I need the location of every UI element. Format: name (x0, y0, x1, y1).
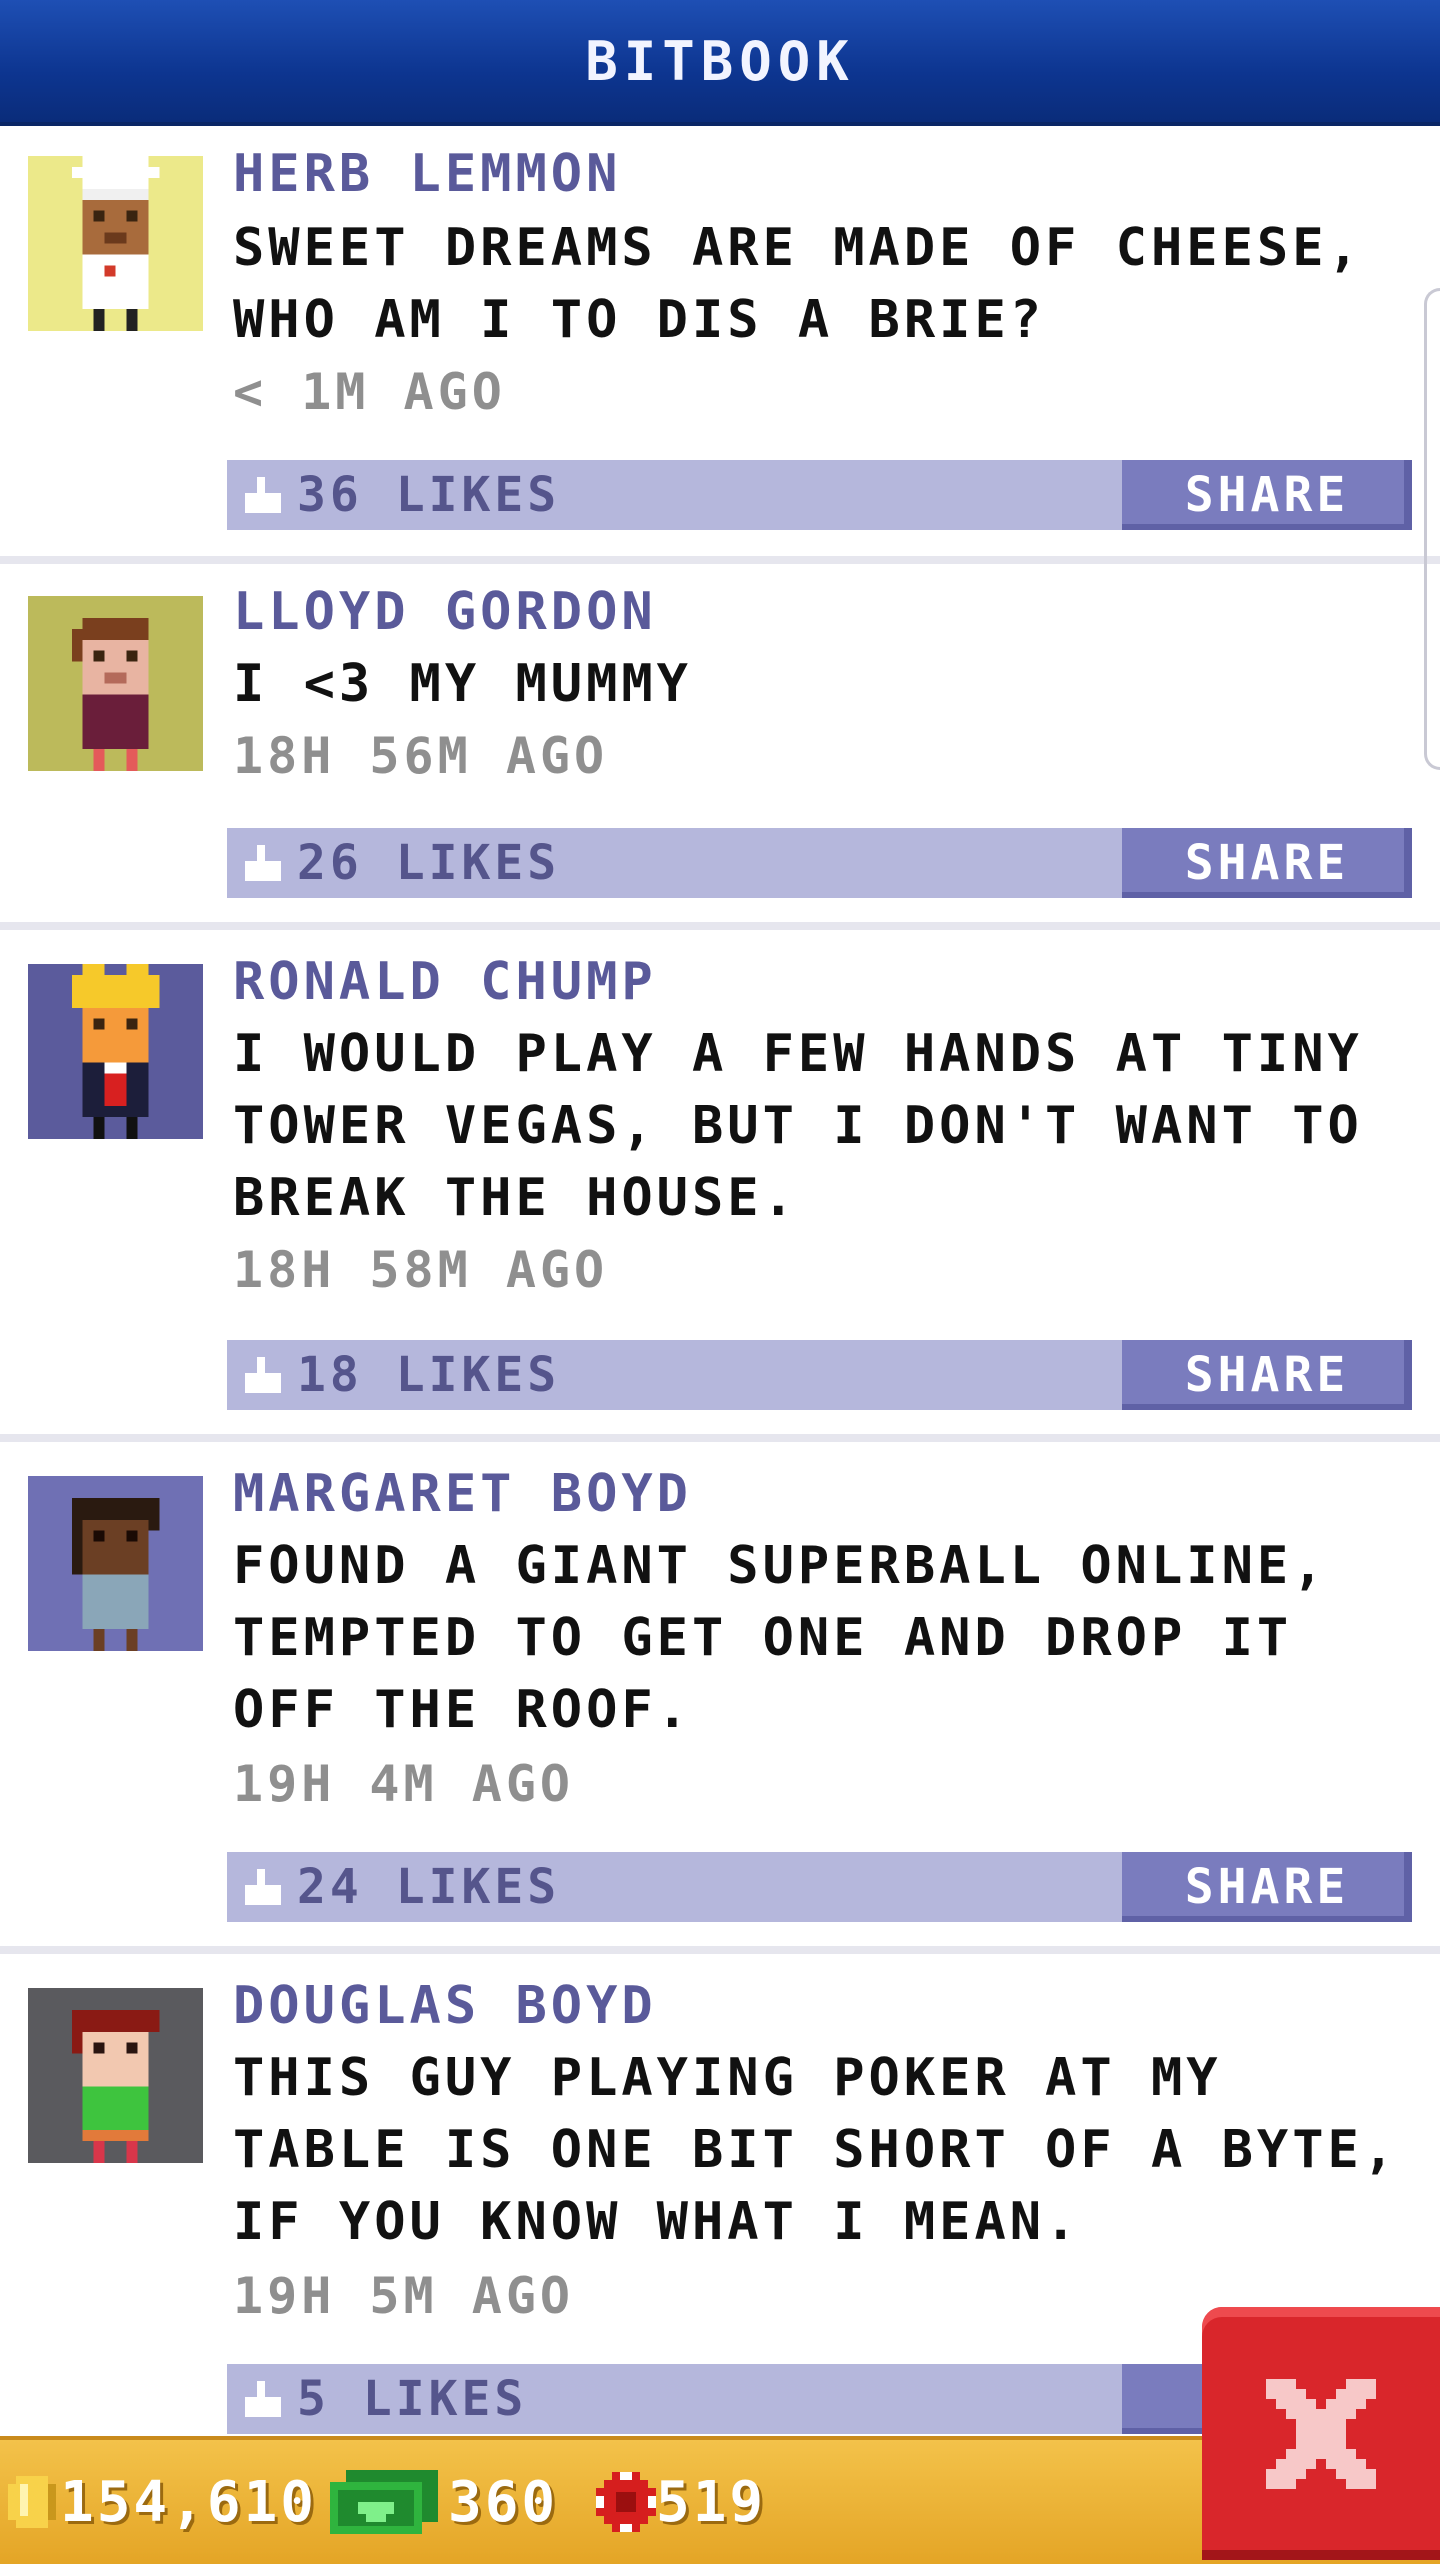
bux-icon (330, 2470, 438, 2534)
post-author: HERB LEMMON (233, 144, 622, 204)
share-button[interactable]: SHARE (1122, 460, 1412, 530)
likes-count: 5 LIKES (297, 2371, 528, 2427)
coin-icon (4, 2472, 60, 2532)
share-button[interactable]: SHARE (1122, 828, 1412, 898)
post-card: LLOYD GORDON I <3 MY MUMMY 18H 56M AGO 2… (0, 564, 1440, 924)
divider (0, 1434, 1440, 1442)
close-icon (1266, 2378, 1376, 2489)
app-header: BITBOOK (0, 0, 1440, 126)
bux-value: 360 (448, 2469, 559, 2535)
likes-count: 24 LIKES (297, 1859, 561, 1915)
avatar[interactable] (28, 1476, 203, 1651)
likes-bar: 36 LIKES SHARE (227, 460, 1412, 530)
coins-balance: 154,610 (4, 2440, 317, 2564)
post-time: 18H 56M AGO (233, 727, 609, 785)
likes-count: 36 LIKES (297, 467, 561, 523)
bux-balance: 360 (330, 2440, 558, 2564)
post-author: DOUGLAS BOYD (233, 1976, 657, 2036)
avatar[interactable] (28, 596, 203, 771)
divider (0, 1946, 1440, 1954)
post-message: SWEET DREAMS ARE MADE OF CHEESE, WHO AM … (233, 218, 1363, 350)
chips-balance: 519 (596, 2440, 766, 2564)
scrollbar[interactable] (1424, 288, 1440, 770)
post-message: THIS GUY PLAYING POKER AT MY TABLE IS ON… (233, 2048, 1399, 2252)
coins-value: 154,610 (60, 2469, 318, 2535)
post-message: I WOULD PLAY A FEW HANDS AT TINY TOWER V… (233, 1024, 1363, 1228)
divider (0, 922, 1440, 930)
likes-count: 26 LIKES (297, 835, 561, 891)
avatar[interactable] (28, 156, 203, 331)
avatar[interactable] (28, 1988, 203, 2163)
post-card: RONALD CHUMP I WOULD PLAY A FEW HANDS AT… (0, 930, 1440, 1438)
post-author: MARGARET BOYD (233, 1464, 692, 1524)
post-time: 19H 4M AGO (233, 1755, 575, 1813)
likes-bar: 24 LIKES SHARE (227, 1852, 1412, 1922)
post-message: FOUND A GIANT SUPERBALL ONLINE, TEMPTED … (233, 1536, 1328, 1740)
thumbs-up-icon[interactable] (241, 1865, 285, 1909)
share-button[interactable]: SHARE (1122, 1340, 1412, 1410)
avatar[interactable] (28, 964, 203, 1139)
poker-chip-icon (596, 2472, 656, 2532)
post-time: < 1M AGO (233, 363, 506, 421)
thumbs-up-icon[interactable] (241, 473, 285, 517)
post-card: MARGARET BOYD FOUND A GIANT SUPERBALL ON… (0, 1442, 1440, 1952)
chips-value: 519 (656, 2469, 767, 2535)
post-card: HERB LEMMON SWEET DREAMS ARE MADE OF CHE… (0, 122, 1440, 560)
post-author: LLOYD GORDON (233, 582, 657, 642)
close-button[interactable] (1202, 2307, 1440, 2560)
page-title: BITBOOK (585, 29, 855, 93)
post-message: I <3 MY MUMMY (233, 654, 692, 714)
likes-bar: 26 LIKES SHARE (227, 828, 1412, 898)
thumbs-up-icon[interactable] (241, 841, 285, 885)
share-button[interactable]: SHARE (1122, 1852, 1412, 1922)
divider (0, 556, 1440, 564)
thumbs-up-icon[interactable] (241, 1353, 285, 1397)
thumbs-up-icon[interactable] (241, 2377, 285, 2421)
post-time: 18H 58M AGO (233, 1241, 609, 1299)
likes-count: 18 LIKES (297, 1347, 561, 1403)
post-time: 19H 5M AGO (233, 2267, 575, 2325)
post-author: RONALD CHUMP (233, 952, 657, 1012)
likes-bar: 18 LIKES SHARE (227, 1340, 1412, 1410)
